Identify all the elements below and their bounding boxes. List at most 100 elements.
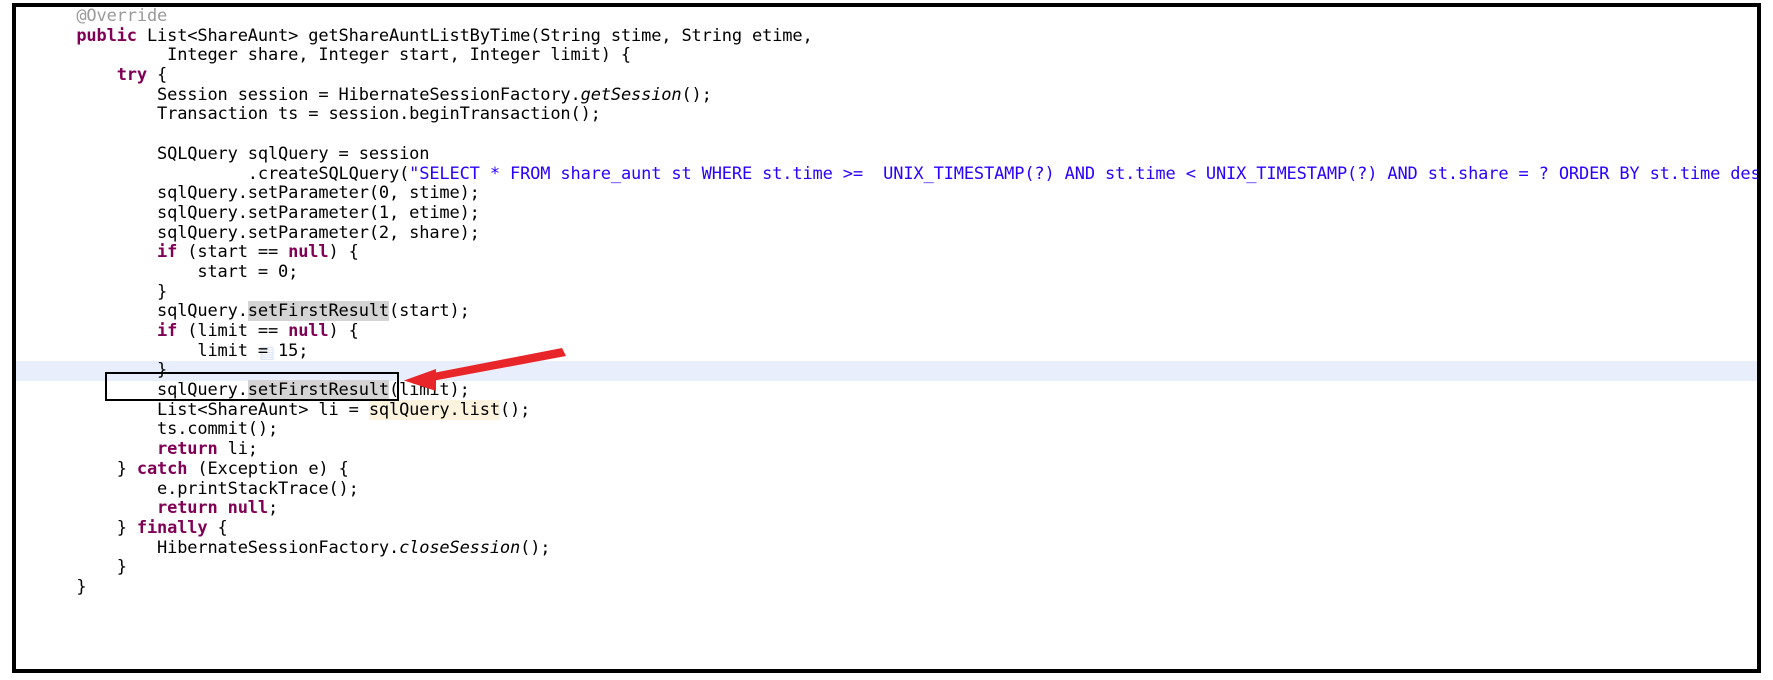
code-line[interactable] [16, 125, 1757, 145]
code-line-content: Session session = HibernateSessionFactor… [16, 84, 712, 106]
code-token: (); [520, 537, 551, 558]
code-token: ts.commit(); [157, 419, 279, 440]
code-token: null [288, 242, 329, 263]
code-line[interactable]: limit = 15; [16, 341, 1757, 362]
code-line[interactable]: sqlQuery.setParameter(0, stime); [16, 183, 1757, 204]
code-line[interactable]: Transaction ts = session.beginTransactio… [16, 105, 1757, 125]
code-token: } [116, 557, 127, 578]
code-line[interactable]: } finally { [16, 517, 1757, 539]
code-token: sqlQuery.list [368, 399, 500, 420]
code-line-content: sqlQuery.setParameter(0, stime); [16, 183, 480, 204]
code-line-content: return li; [16, 439, 258, 460]
code-token: Session session = HibernateSessionFactor… [157, 84, 581, 105]
code-editor-text-area[interactable]: @Override public List<ShareAunt> getShar… [16, 7, 1757, 669]
code-token: "SELECT * FROM share_aunt st WHERE st.ti… [409, 163, 1761, 184]
code-line-content: HibernateSessionFactory.closeSession(); [16, 537, 551, 559]
code-token: List<ShareAunt> getShareAuntListByTime(S… [136, 25, 813, 46]
code-line[interactable]: Integer share, Integer start, Integer li… [16, 46, 1757, 66]
code-editor-frame: @Override public List<ShareAunt> getShar… [12, 3, 1761, 673]
code-line[interactable]: return li; [16, 439, 1757, 460]
code-token: (start); [389, 301, 470, 322]
code-token: (start == [177, 242, 289, 263]
code-token: (); [499, 399, 531, 420]
code-token: return [157, 439, 218, 460]
code-token: ) { [328, 321, 359, 341]
code-token: ) { [328, 242, 359, 263]
code-token: return [157, 498, 218, 519]
code-token: (limit); [389, 380, 470, 401]
code-line-content: .createSQLQuery("SELECT * FROM share_aun… [16, 163, 1761, 185]
code-token: e.printStackTrace(); [157, 478, 359, 499]
code-line[interactable]: } [16, 577, 1757, 598]
code-line[interactable]: sqlQuery.setFirstResult(start); [16, 301, 1757, 322]
code-line[interactable]: return null; [16, 498, 1757, 519]
code-line[interactable]: .createSQLQuery("SELECT * FROM share_aun… [16, 164, 1757, 185]
code-line[interactable]: try { [16, 65, 1757, 86]
code-token: (Exception e) { [187, 458, 349, 479]
code-line[interactable]: } [16, 282, 1757, 303]
code-line[interactable]: e.printStackTrace(); [16, 478, 1757, 500]
code-line[interactable]: HibernateSessionFactory.closeSession(); [16, 537, 1757, 559]
code-token: HibernateSessionFactory. [157, 537, 400, 558]
code-token: finally [136, 517, 208, 538]
code-line[interactable]: SQLQuery sqlQuery = session [16, 143, 1757, 165]
code-token: null [288, 321, 329, 341]
code-token: ; [267, 498, 279, 519]
code-line-content: SQLQuery sqlQuery = session [16, 143, 430, 165]
code-line-content: if (limit == null) { [16, 321, 359, 342]
code-line[interactable]: ts.commit(); [16, 420, 1757, 440]
code-line[interactable]: if (start == null) { [16, 242, 1757, 263]
code-line[interactable]: start = 0; [16, 262, 1757, 283]
code-token: @Override [76, 6, 168, 26]
code-line-content: try { [16, 65, 168, 86]
code-line[interactable]: } catch (Exception e) { [16, 458, 1757, 480]
code-token: SQLQuery sqlQuery = session [157, 143, 430, 164]
code-token: catch [136, 458, 188, 479]
code-token: Integer share, Integer start, Integer li… [167, 45, 632, 66]
code-line[interactable]: } [16, 557, 1757, 578]
code-token: sqlQuery.setParameter(0, stime); [157, 183, 480, 204]
code-token: closeSession [399, 537, 521, 558]
code-line[interactable]: Session session = HibernateSessionFactor… [16, 84, 1757, 106]
code-token: if [157, 321, 178, 341]
code-token: public [76, 25, 137, 46]
code-token: } [116, 517, 137, 538]
code-line-content: if (start == null) { [16, 242, 359, 263]
code-line[interactable]: sqlQuery.setParameter(1, etime); [16, 202, 1757, 224]
code-token: (); [681, 84, 712, 105]
code-line-content: Integer share, Integer start, Integer li… [16, 46, 631, 66]
code-line-content: sqlQuery.setFirstResult(limit); [16, 380, 470, 401]
code-line-content: } [16, 577, 86, 598]
code-line-content: sqlQuery.setParameter(1, etime); [16, 202, 480, 224]
code-line[interactable]: @Override [16, 7, 1757, 27]
code-line-content: List<ShareAunt> li = sqlQuery.list(); [16, 399, 531, 421]
code-line[interactable]: List<ShareAunt> li = sqlQuery.list(); [16, 399, 1757, 421]
code-token: sqlQuery.setParameter(1, etime); [157, 202, 480, 223]
code-line[interactable]: sqlQuery.setParameter(2, share); [16, 223, 1757, 244]
code-line-content: } [16, 282, 167, 303]
code-line[interactable]: if (limit == null) { [16, 321, 1757, 342]
code-line[interactable]: public List<ShareAunt> getShareAuntListB… [16, 25, 1757, 47]
code-line[interactable]: sqlQuery.setFirstResult(limit); [16, 380, 1757, 401]
code-line-content: sqlQuery.setFirstResult(start); [16, 301, 470, 322]
